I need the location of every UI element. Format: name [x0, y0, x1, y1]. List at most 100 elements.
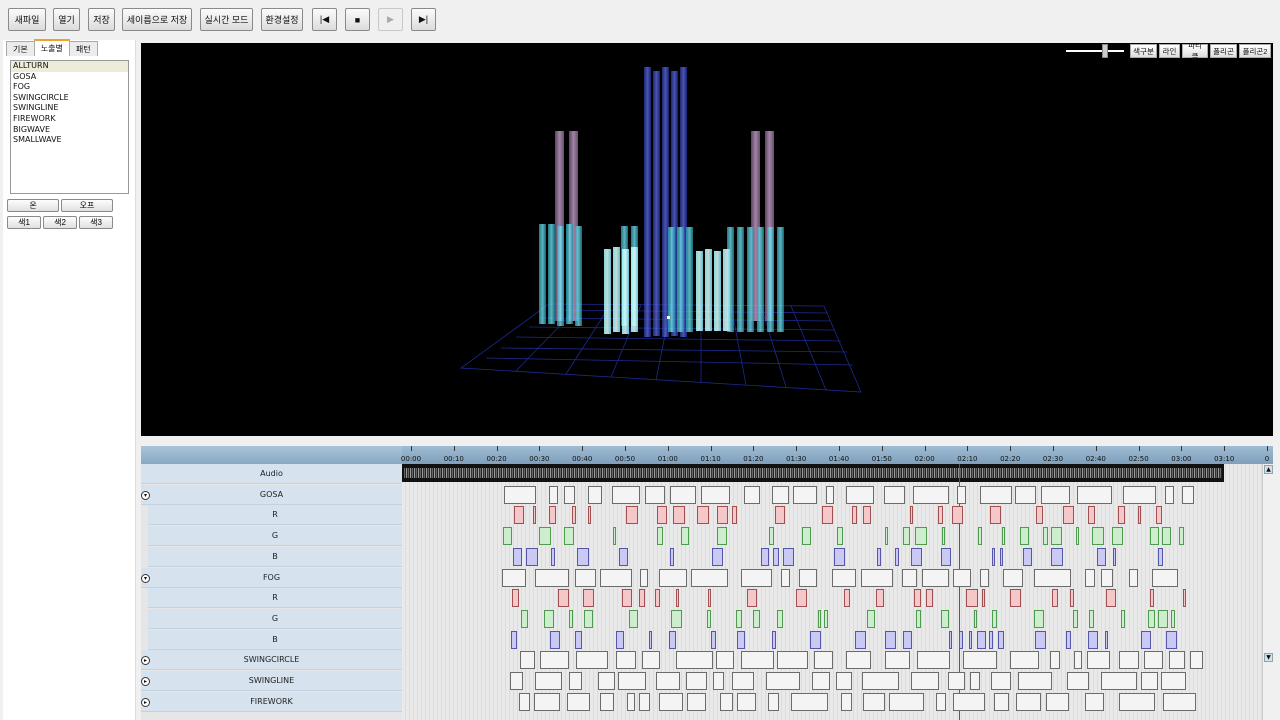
- timeline-clip[interactable]: [862, 672, 899, 690]
- track-label[interactable]: FOG: [141, 567, 402, 588]
- timeline-clip[interactable]: [910, 506, 913, 525]
- timeline-clip[interactable]: [584, 609, 593, 628]
- timeline-clip[interactable]: [1163, 692, 1196, 711]
- timeline-clip[interactable]: [1121, 609, 1125, 628]
- timeline-clip[interactable]: [941, 547, 951, 566]
- timeline-clip[interactable]: [926, 589, 933, 608]
- timeline-clip[interactable]: [957, 485, 966, 504]
- timeline-clip[interactable]: [799, 568, 817, 587]
- timeline-clip[interactable]: [826, 485, 834, 504]
- timeline-clip[interactable]: [534, 692, 560, 711]
- timeline-clip[interactable]: [844, 589, 850, 608]
- color1-button[interactable]: 색1: [7, 216, 41, 229]
- timeline-clip[interactable]: [1074, 651, 1082, 670]
- timeline-clip[interactable]: [1051, 547, 1063, 566]
- timeline-clip[interactable]: [998, 630, 1004, 649]
- timeline-clip[interactable]: [502, 568, 526, 587]
- timeline-clip[interactable]: [952, 506, 963, 525]
- timeline-clip[interactable]: [1092, 527, 1104, 546]
- timeline-clip[interactable]: [588, 506, 591, 525]
- timeline-clip[interactable]: [575, 568, 596, 587]
- timeline-clip[interactable]: [519, 692, 530, 711]
- scroll-down-icon[interactable]: ▼: [1264, 653, 1273, 662]
- effect-list-item[interactable]: FIREWORK: [11, 114, 128, 125]
- track-label[interactable]: R: [148, 505, 402, 526]
- timeline-clip[interactable]: [659, 692, 683, 711]
- timeline-clip[interactable]: [713, 672, 724, 690]
- timeline-clip[interactable]: [1002, 527, 1005, 546]
- timeline-clip[interactable]: [994, 692, 1009, 711]
- timeline-clip[interactable]: [671, 609, 682, 628]
- timeline-clip[interactable]: [720, 692, 733, 711]
- timeline-clip[interactable]: [618, 672, 646, 690]
- timeline-clip[interactable]: [1118, 506, 1125, 525]
- timeline-clip[interactable]: [773, 547, 779, 566]
- timeline-clip[interactable]: [885, 630, 896, 649]
- timeline-clip[interactable]: [526, 547, 538, 566]
- timeline-clip[interactable]: [600, 692, 614, 711]
- timeline-clip[interactable]: [1034, 568, 1071, 587]
- timeline-clip[interactable]: [775, 506, 785, 525]
- timeline-clip[interactable]: [732, 506, 737, 525]
- timeline-clip[interactable]: [966, 589, 978, 608]
- timeline-clip[interactable]: [549, 485, 558, 504]
- settings-button[interactable]: 환경설정: [261, 8, 303, 31]
- timeline-clip[interactable]: [712, 547, 723, 566]
- timeline-clip[interactable]: [1190, 651, 1203, 670]
- timeline-clip[interactable]: [576, 651, 608, 670]
- timeline-clip[interactable]: [1112, 527, 1123, 546]
- timeline-clip[interactable]: [681, 527, 689, 546]
- timeline-clip[interactable]: [1119, 651, 1139, 670]
- timeline-clip[interactable]: [616, 630, 624, 649]
- timeline-clip[interactable]: [514, 506, 524, 525]
- timeline-clip[interactable]: [521, 609, 528, 628]
- timeline-clip[interactable]: [673, 506, 685, 525]
- timeline-clip[interactable]: [1183, 589, 1186, 608]
- timeline-clip[interactable]: [980, 568, 989, 587]
- timeline-clip[interactable]: [564, 485, 575, 504]
- timeline-clip[interactable]: [535, 672, 562, 690]
- timeline-clip[interactable]: [777, 609, 783, 628]
- expand-toggle-icon[interactable]: ▸: [141, 677, 150, 686]
- effect-list-item[interactable]: GOSA: [11, 72, 128, 83]
- color2-button[interactable]: 색2: [43, 216, 77, 229]
- timeline-clip[interactable]: [959, 630, 963, 649]
- timeline-clip[interactable]: [1165, 485, 1174, 504]
- timeline-clip[interactable]: [598, 672, 615, 690]
- timeline-clip[interactable]: [707, 609, 711, 628]
- timeline-clip[interactable]: [1020, 527, 1029, 546]
- expand-toggle-icon[interactable]: ▸: [141, 697, 150, 707]
- timeline-clip[interactable]: [861, 568, 893, 587]
- timeline-clip[interactable]: [818, 609, 821, 628]
- timeline-clip[interactable]: [1152, 568, 1178, 587]
- timeline-clip[interactable]: [741, 568, 772, 587]
- track-label[interactable]: B: [148, 629, 402, 650]
- timeline-clip[interactable]: [558, 589, 569, 608]
- zoom-slider[interactable]: [1066, 44, 1124, 58]
- timeline-clip[interactable]: [564, 527, 574, 546]
- timeline-clip[interactable]: [903, 630, 912, 649]
- timeline-clip[interactable]: [953, 692, 985, 711]
- timeline-clip[interactable]: [741, 651, 774, 670]
- line-mode-button[interactable]: 라인: [1159, 44, 1180, 58]
- timeline-clip[interactable]: [903, 527, 910, 546]
- timeline-clip[interactable]: [1162, 527, 1171, 546]
- timeline-clip[interactable]: [852, 506, 857, 525]
- timeline-clip[interactable]: [520, 651, 535, 670]
- timeline-clip[interactable]: [1141, 630, 1151, 649]
- timeline-clip[interactable]: [544, 609, 554, 628]
- timeline-clip[interactable]: [863, 506, 871, 525]
- tab-basic[interactable]: 기본: [6, 41, 35, 56]
- timeline-clip[interactable]: [991, 672, 1011, 690]
- track-label[interactable]: SWINGCIRCLE: [141, 650, 402, 671]
- timeline-clip[interactable]: [1158, 609, 1168, 628]
- timeline-clip[interactable]: [717, 506, 728, 525]
- timeline-clip[interactable]: [1035, 630, 1046, 649]
- timeline-clip[interactable]: [1052, 589, 1058, 608]
- timeline-clip[interactable]: [836, 672, 852, 690]
- timeline-clip[interactable]: [855, 630, 866, 649]
- timeline-clip[interactable]: [895, 547, 899, 566]
- timeline-clip[interactable]: [1023, 547, 1032, 566]
- timeline-clip[interactable]: [655, 589, 660, 608]
- particle-mode-button[interactable]: 파티클: [1182, 43, 1208, 61]
